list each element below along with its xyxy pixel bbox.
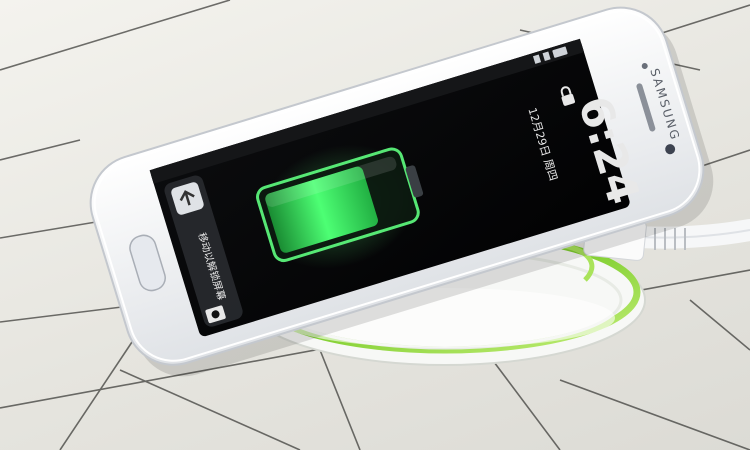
- product-photo: 6:24 12月29日 周四 移动以解锁屏幕 SAMSUNG: [0, 0, 750, 450]
